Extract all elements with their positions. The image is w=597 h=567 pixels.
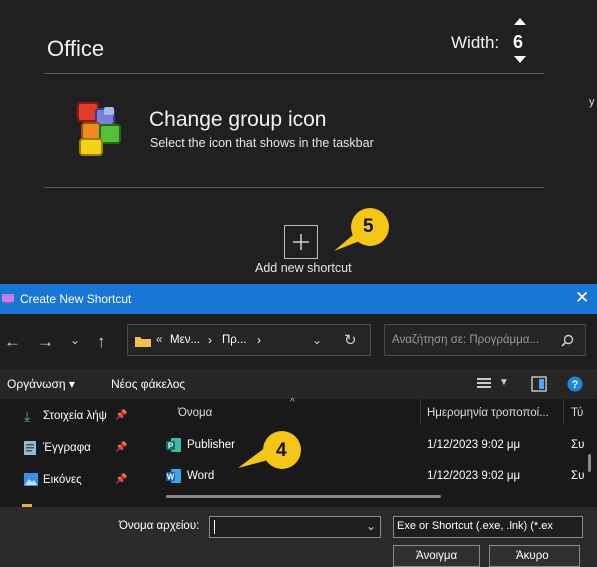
address-dropdown-icon[interactable]: ⌄ [312,333,322,347]
vertical-scrollbar[interactable] [588,454,591,472]
callout-number: 5 [363,216,374,237]
width-value[interactable]: 6 [513,32,523,53]
search-placeholder: Αναζήτηση σε: Προγράμμα... [392,334,540,346]
file-date: 1/12/2023 9:02 μμ [427,470,521,482]
word-icon: W [166,469,181,483]
folder-icon [135,337,151,347]
width-decrease-icon[interactable] [514,56,526,63]
column-divider[interactable] [563,399,564,424]
svg-text:P: P [168,442,174,451]
up-icon[interactable]: ↑ [97,332,106,352]
file-row-publisher[interactable]: P Publisher 1/12/2023 9:02 μμ Συ [160,435,584,457]
add-shortcut-label[interactable]: Add new shortcut [255,261,352,275]
plus-icon [293,234,309,250]
group-title[interactable]: Office [47,36,104,62]
file-date: 1/12/2023 9:02 μμ [427,439,521,451]
breadcrumb-overflow[interactable]: « [156,334,162,346]
callout-arrow-icon [238,431,301,469]
change-group-icon-button[interactable]: Change group icon Select the icon that s… [60,88,540,170]
office-icon [77,102,121,156]
divider [44,187,544,188]
nav-item-pictures[interactable]: Εικόνες 📌 [22,472,148,492]
filename-field[interactable]: ⌄ [209,516,381,538]
nav-item-downloads[interactable]: ⤓ Στοιχεία λήψ 📌 [22,408,148,428]
publisher-icon: P [166,438,181,452]
view-dropdown-icon[interactable]: ▼ [499,377,509,388]
nav-item-label: Εικόνες [43,474,82,486]
nav-item-documents[interactable]: Έγγραφα 📌 [22,440,148,460]
pictures-icon [24,473,38,486]
svg-text:W: W [167,473,175,482]
file-type: Συ [571,470,585,482]
group-settings-panel: Office Width: 6 Change group icon Select… [0,0,597,284]
column-header-name[interactable]: Όνομα [178,407,212,419]
horizontal-scrollbar[interactable] [166,495,441,498]
dialog-titlebar[interactable]: Create New Shortcut ✕ [0,284,597,314]
forward-icon[interactable]: → [37,332,54,352]
nav-item-label: Στοιχεία λήψ [43,410,107,422]
pin-icon: 📌 [115,442,128,453]
create-shortcut-dialog: Create New Shortcut ✕ ← → ⌄ ↑ « Μεν... ›… [0,284,597,567]
clipped-text: y [589,96,595,108]
breadcrumb-chevron-icon[interactable]: › [257,333,261,347]
search-icon [561,334,574,347]
filename-label: Όνομα αρχείου: [119,520,200,532]
breadcrumb-item[interactable]: Μεν... [170,334,200,346]
download-icon: ⤓ [24,408,31,424]
app-icon [2,294,14,304]
open-label: Άνοιγμα [416,550,458,562]
recent-locations-icon[interactable]: ⌄ [70,333,80,347]
new-folder-button[interactable]: Νέος φάκελος [111,377,185,391]
pin-icon: 📌 [115,410,128,421]
file-name: Word [187,470,215,482]
preview-pane-icon[interactable] [531,376,547,392]
chevron-down-icon[interactable]: ⌄ [366,519,376,533]
pin-icon: 📌 [115,474,128,485]
width-label: Width: [451,33,500,52]
change-group-icon-title: Change group icon [149,108,327,131]
add-shortcut-button[interactable] [284,225,318,259]
breadcrumb-chevron-icon[interactable]: › [208,333,212,347]
callout-number: 4 [276,440,287,461]
file-name: Publisher [187,439,235,451]
close-icon[interactable]: ✕ [575,288,589,308]
column-divider[interactable] [420,399,421,424]
text-cursor [214,520,215,534]
back-icon[interactable]: ← [4,332,21,352]
breadcrumb-item[interactable]: Πρ... [222,334,246,346]
refresh-icon[interactable]: ↻ [344,331,357,349]
documents-icon [24,441,36,455]
sort-ascending-icon: ^ [290,397,295,408]
dialog-title: Create New Shortcut [20,292,132,306]
change-group-icon-subtitle: Select the icon that shows in the taskba… [150,136,374,150]
column-header-type[interactable]: Τύ [571,407,583,419]
nav-item-label: Έγγραφα [43,442,91,454]
help-icon[interactable]: ? [567,376,583,392]
filetype-value: Exe or Shortcut (.exe, .lnk) (*.ex [397,520,553,532]
svg-text:?: ? [572,379,579,391]
organize-menu[interactable]: Οργάνωση ▾ [7,377,75,391]
address-bar[interactable]: « Μεν... › Πρ... › ⌄ ↻ [127,324,371,356]
cancel-label: Άκυρο [516,550,549,562]
column-header-date[interactable]: Ημερομηνία τροποποί... [427,407,549,419]
file-row-word[interactable]: W Word 1/12/2023 9:02 μμ Συ [160,466,584,488]
width-increase-icon[interactable] [514,18,526,25]
file-type: Συ [571,439,585,451]
view-options-icon[interactable] [476,377,492,391]
divider [44,73,544,74]
